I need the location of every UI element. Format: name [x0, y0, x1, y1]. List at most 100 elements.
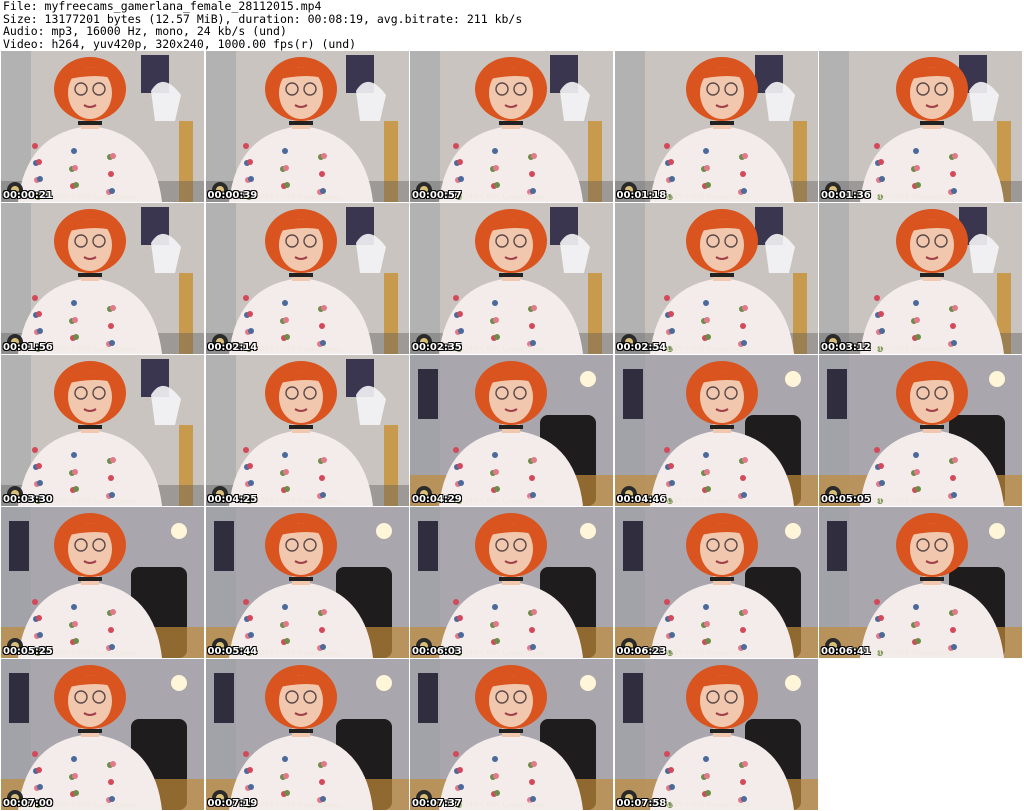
thumbnail-timestamp: 00:07:58 — [616, 798, 667, 809]
video-thumbnail: AMS.COM Gamerlana 00:00:21 — [1, 51, 204, 202]
watermark-text: AMS.COM Gamerlana — [460, 496, 546, 505]
video-thumbnail: AMS.COM Gamerlana 00:01:56 — [1, 203, 204, 354]
thumbnail-frame-image — [410, 203, 613, 354]
video-thumbnail: AMS.COM Gamerlana 00:01:36 — [819, 51, 1022, 202]
watermark-text: AMS.COM Gamerlana — [51, 496, 137, 505]
thumbnail-frame-image — [614, 203, 818, 354]
video-thumbnail: AMS.COM Gamerlana 00:00:57 — [410, 51, 613, 202]
watermark-text: AMS.COM Gamerlana — [869, 496, 955, 505]
watermark-text: AMS.COM Gamerlana — [255, 192, 341, 201]
thumbnail-timestamp: 00:05:25 — [3, 646, 53, 657]
thumbnail-frame-image — [410, 507, 613, 658]
audio-info-line: Audio: mp3, 16000 Hz, mono, 24 kb/s (und… — [3, 24, 287, 38]
thumbnail-timestamp: 00:04:46 — [616, 494, 667, 505]
video-thumbnail: AMS.COM Gamerlana 00:00:39 — [205, 51, 409, 202]
video-thumbnail: AMS.COM Gamerlana 00:02:35 — [410, 203, 613, 354]
thumbnail-timestamp: 00:00:21 — [3, 190, 53, 201]
thumbnail-timestamp: 00:06:41 — [821, 646, 871, 657]
watermark-text: AMS.COM Gamerlana — [664, 496, 750, 505]
thumbnail-frame-image — [205, 203, 409, 354]
video-thumbnail: AMS.COM Gamerlana 00:06:23 — [614, 507, 818, 658]
watermark-text: AMS.COM Gamerlana — [664, 192, 750, 201]
thumbnail-frame-image — [1, 507, 204, 658]
video-info-line: Video: h264, yuv420p, 320x240, 1000.00 f… — [3, 36, 357, 51]
watermark-text: AMS.COM Gamerlana — [664, 648, 750, 657]
watermark-text: AMS.COM Gamerlana — [51, 648, 137, 657]
thumbnail-frame-image — [614, 659, 818, 810]
watermark-text: AMS.COM Gamerlana — [664, 344, 750, 353]
watermark-text: AMS.COM Gamerlana — [460, 800, 546, 809]
watermark-text: AMS.COM Gamerlana — [460, 344, 546, 353]
watermark-text: AMS.COM Gamerlana — [51, 344, 137, 353]
thumbnail-frame-image — [205, 507, 409, 658]
thumbnail-timestamp: 00:07:00 — [3, 798, 53, 809]
watermark-text: AMS.COM Gamerlana — [869, 344, 955, 353]
video-thumbnail: AMS.COM Gamerlana 00:04:29 — [410, 355, 613, 506]
video-thumbnail: AMS.COM Gamerlana 00:03:12 — [819, 203, 1022, 354]
video-thumbnail: AMS.COM Gamerlana 00:02:14 — [205, 203, 409, 354]
video-thumbnail: AMS.COM Gamerlana 00:02:54 — [614, 203, 818, 354]
video-thumbnail: AMS.COM Gamerlana 00:07:58 — [614, 659, 818, 810]
watermark-text: AMS.COM Gamerlana — [255, 648, 341, 657]
thumbnail-timestamp: 00:02:14 — [207, 342, 258, 353]
thumbnail-frame-image — [410, 51, 613, 202]
thumbnail-frame-image — [819, 203, 1022, 354]
watermark-text: AMS.COM Gamerlana — [869, 648, 955, 657]
video-thumbnail: AMS.COM Gamerlana 00:05:44 — [205, 507, 409, 658]
thumbnail-timestamp: 00:01:36 — [821, 190, 871, 201]
file-info-header: File: myfreecams_gamerlana_female_281120… — [3, 0, 522, 50]
video-thumbnail: AMS.COM Gamerlana 00:01:18 — [614, 51, 818, 202]
video-thumbnail: AMS.COM Gamerlana 00:05:05 — [819, 355, 1022, 506]
thumbnail-timestamp: 00:06:03 — [412, 646, 462, 657]
thumbnail-timestamp: 00:03:12 — [821, 342, 871, 353]
thumbnail-timestamp: 00:01:56 — [3, 342, 53, 353]
video-thumbnail: AMS.COM Gamerlana 00:03:30 — [1, 355, 204, 506]
thumbnail-frame-image — [614, 507, 818, 658]
video-thumbnail: AMS.COM Gamerlana 00:07:19 — [205, 659, 409, 810]
watermark-text: AMS.COM Gamerlana — [51, 800, 137, 809]
video-thumbnail: AMS.COM Gamerlana 00:05:25 — [1, 507, 204, 658]
watermark-text: AMS.COM Gamerlana — [255, 800, 341, 809]
thumbnail-timestamp: 00:02:35 — [412, 342, 462, 353]
video-thumbnail: AMS.COM Gamerlana 00:07:00 — [1, 659, 204, 810]
video-thumbnail: AMS.COM Gamerlana 00:07:37 — [410, 659, 613, 810]
thumbnail-timestamp: 00:07:37 — [412, 798, 462, 809]
watermark-text: AMS.COM Gamerlana — [460, 192, 546, 201]
thumbnail-frame-image — [1, 355, 204, 506]
thumbnail-frame-image — [1, 203, 204, 354]
thumbnail-timestamp: 00:04:29 — [412, 494, 462, 505]
watermark-text: AMS.COM Gamerlana — [869, 192, 955, 201]
watermark-text: AMS.COM Gamerlana — [460, 648, 546, 657]
thumbnail-timestamp: 00:03:30 — [3, 494, 53, 505]
video-thumbnail: AMS.COM Gamerlana 00:06:41 — [819, 507, 1022, 658]
thumbnail-frame-image — [410, 659, 613, 810]
thumbnail-timestamp: 00:02:54 — [616, 342, 667, 353]
thumbnail-timestamp: 00:01:18 — [616, 190, 667, 201]
watermark-text: AMS.COM Gamerlana — [255, 496, 341, 505]
thumbnail-timestamp: 00:00:39 — [207, 190, 258, 201]
thumbnail-frame-image — [205, 355, 409, 506]
thumbnail-timestamp: 00:06:23 — [616, 646, 667, 657]
video-thumbnail: AMS.COM Gamerlana 00:04:46 — [614, 355, 818, 506]
video-thumbnail: AMS.COM Gamerlana 00:04:25 — [205, 355, 409, 506]
thumbnail-frame-image — [819, 355, 1022, 506]
thumbnail-grid: AMS.COM Gamerlana 00:00:21 AMS.COM Gamerla… — [1, 51, 1024, 811]
thumbnail-frame-image — [205, 659, 409, 810]
thumbnail-frame-image — [819, 51, 1022, 202]
thumbnail-frame-image — [205, 51, 409, 202]
watermark-text: AMS.COM Gamerlana — [51, 192, 137, 201]
watermark-text: AMS.COM Gamerlana — [255, 344, 341, 353]
thumbnail-frame-image — [410, 355, 613, 506]
thumbnail-frame-image — [614, 51, 818, 202]
thumbnail-timestamp: 00:05:44 — [207, 646, 258, 657]
thumbnail-frame-image — [614, 355, 818, 506]
thumbnail-timestamp: 00:05:05 — [821, 494, 871, 505]
thumbnail-frame-image — [819, 507, 1022, 658]
thumbnail-timestamp: 00:04:25 — [207, 494, 258, 505]
file-name-line: File: myfreecams_gamerlana_female_281120… — [3, 0, 322, 13]
thumbnail-timestamp: 00:00:57 — [412, 190, 462, 201]
thumbnail-frame-image — [1, 51, 204, 202]
thumbnail-timestamp: 00:07:19 — [207, 798, 258, 809]
thumbnail-frame-image — [1, 659, 204, 810]
video-thumbnail: AMS.COM Gamerlana 00:06:03 — [410, 507, 613, 658]
